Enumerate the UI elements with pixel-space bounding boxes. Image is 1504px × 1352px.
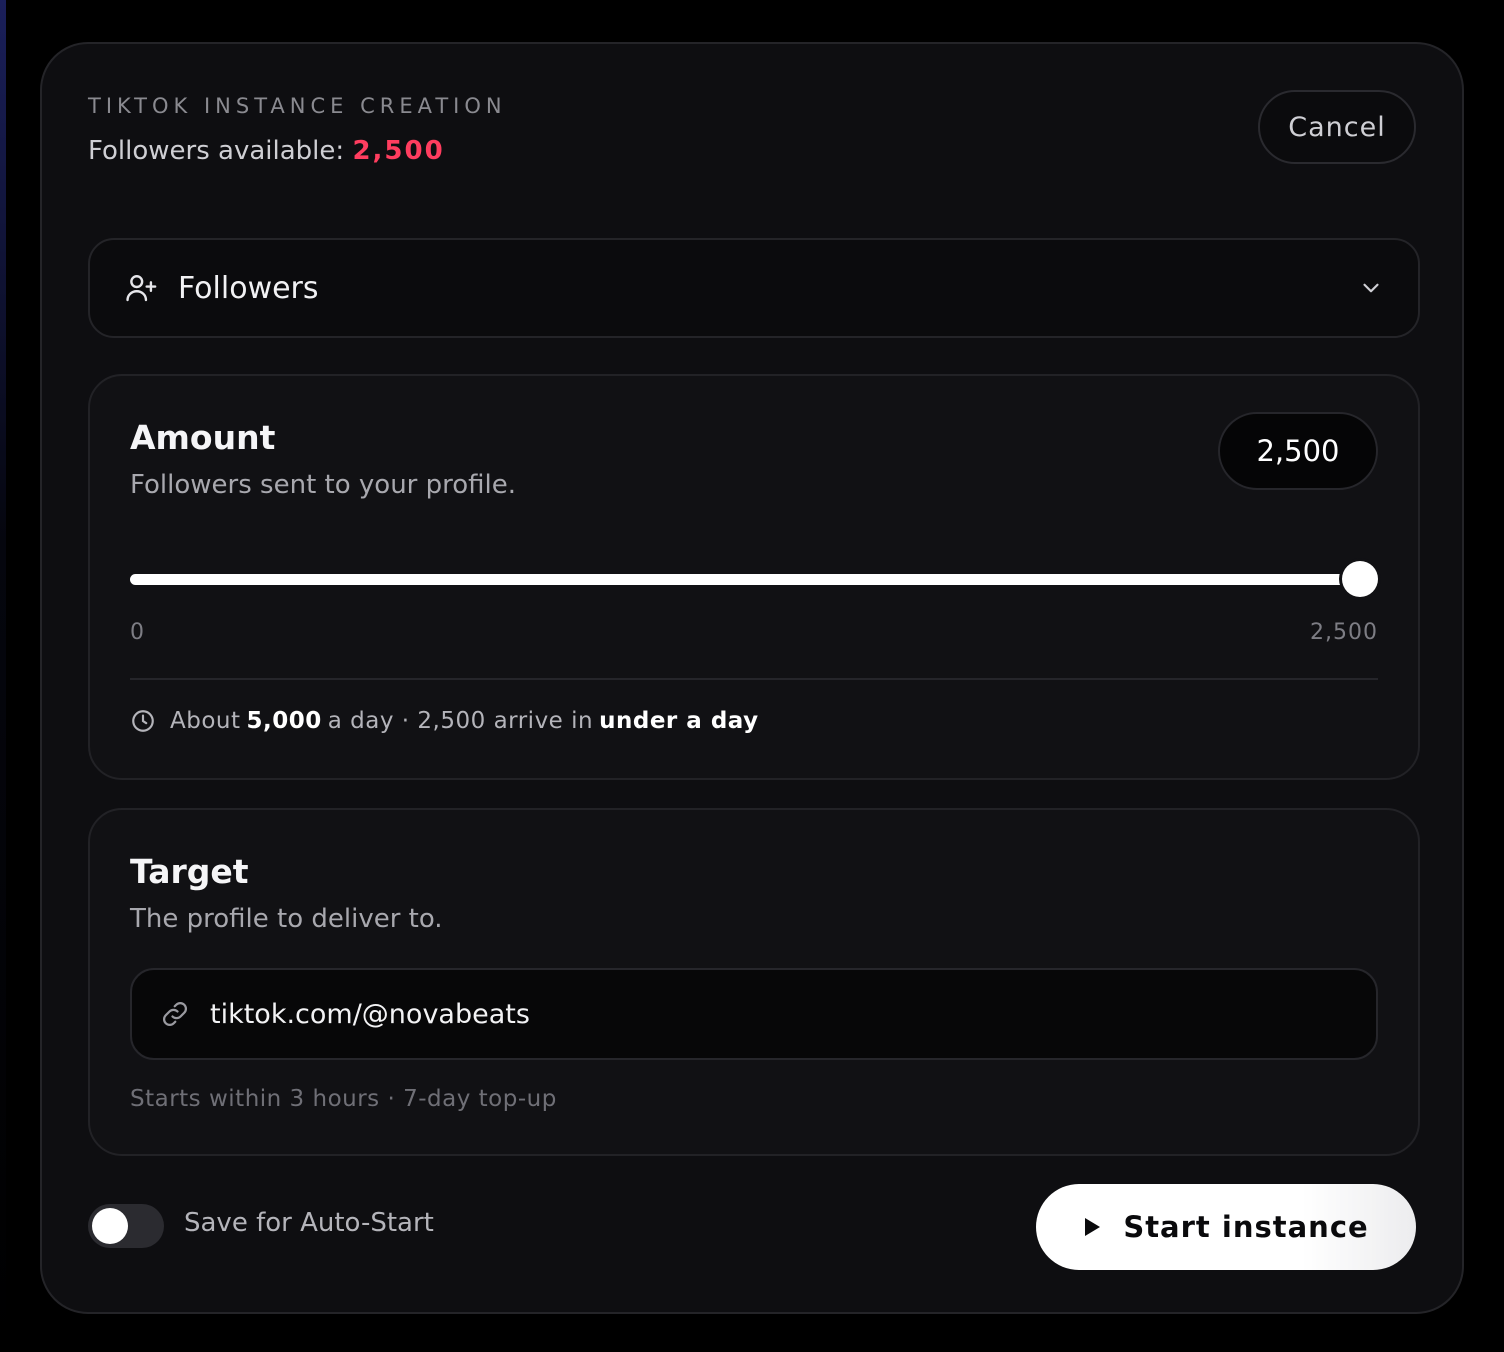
amount-slider[interactable] (130, 560, 1378, 600)
toggle-knob (92, 1208, 128, 1244)
target-title: Target (130, 852, 249, 891)
target-note: Starts within 3 hours · 7-day top-up (130, 1086, 557, 1112)
eta-middle: a day · 2,500 arrive in (327, 708, 594, 734)
background-edge (0, 0, 6, 1352)
service-select-value: Followers (178, 270, 319, 306)
modal-kicker: TIKTOK INSTANCE CREATION (88, 94, 507, 118)
eta-rate: 5,000 (246, 708, 322, 734)
target-card: Target The profile to deliver to. tiktok… (88, 808, 1420, 1156)
profile-url-value: tiktok.com/@novabeats (210, 998, 530, 1030)
amount-card: Amount Followers sent to your profile. 2… (88, 374, 1420, 780)
slider-fill (130, 574, 1360, 585)
auto-start-label: Save for Auto-Start (184, 1208, 434, 1238)
amount-subtitle: Followers sent to your profile. (130, 470, 517, 500)
auto-start-toggle[interactable] (88, 1204, 164, 1248)
divider (130, 678, 1378, 680)
eta-duration: under a day (599, 708, 759, 734)
slider-thumb[interactable] (1342, 561, 1378, 597)
chevron-down-icon (1363, 283, 1379, 293)
play-icon (1085, 1218, 1101, 1236)
slider-max-label: 2,500 (1310, 620, 1378, 645)
amount-input[interactable]: 2,500 (1218, 412, 1378, 490)
delivery-estimate: About 5,000 a day · 2,500 arrive in unde… (130, 708, 765, 734)
service-select[interactable]: Followers (88, 238, 1420, 338)
profile-url-input[interactable]: tiktok.com/@novabeats (130, 968, 1378, 1060)
eta-prefix: About (170, 708, 241, 734)
cancel-button[interactable]: Cancel (1258, 90, 1416, 164)
user-plus-icon (126, 275, 157, 302)
followers-available-label: Followers available: (88, 136, 353, 166)
clock-icon (132, 710, 154, 732)
followers-available: Followers available: 2,500 (88, 136, 445, 166)
link-icon (162, 1001, 188, 1027)
instance-creation-modal: TIKTOK INSTANCE CREATION Followers avail… (40, 42, 1464, 1314)
amount-title: Amount (130, 418, 276, 457)
slider-min-label: 0 (130, 620, 145, 645)
target-subtitle: The profile to deliver to. (130, 904, 443, 934)
followers-available-value: 2,500 (352, 136, 445, 166)
start-instance-button[interactable]: Start instance (1036, 1184, 1416, 1270)
start-instance-label: Start instance (1123, 1210, 1369, 1244)
